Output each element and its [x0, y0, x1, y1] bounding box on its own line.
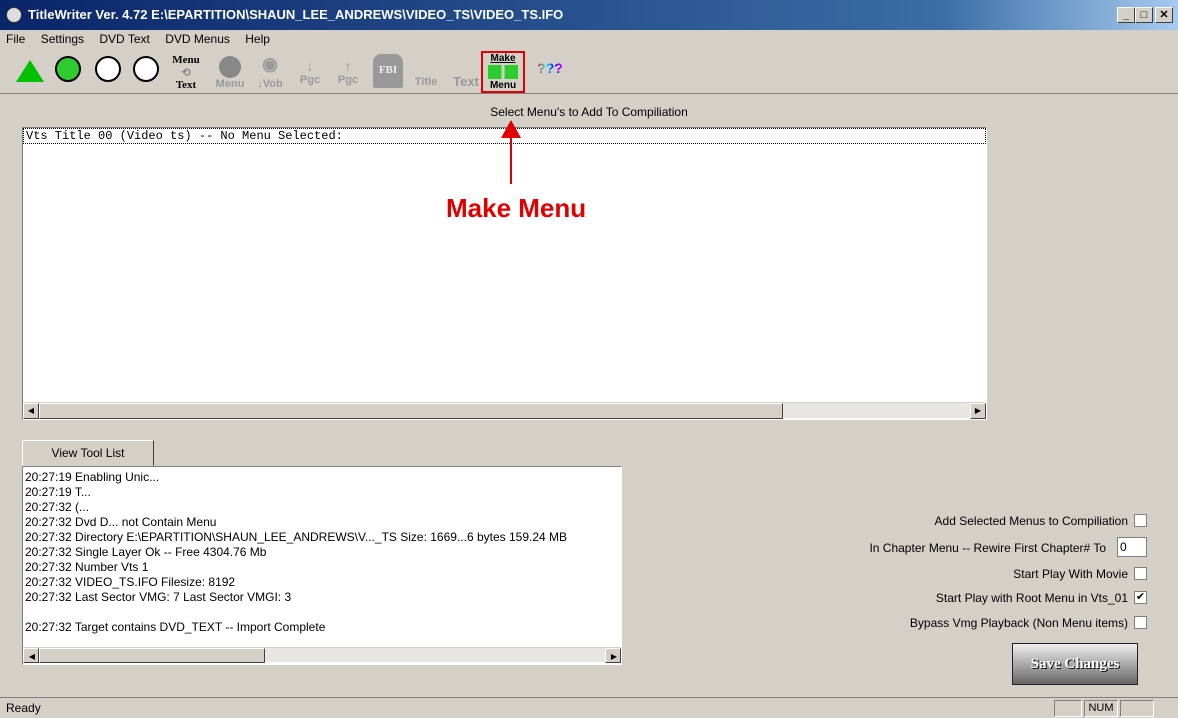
bypass-checkbox[interactable]: [1134, 616, 1147, 629]
log-line: 20:27:32 Number Vts 1: [25, 560, 149, 574]
eye-icon: ◉: [262, 54, 278, 74]
text-button[interactable]: Text: [448, 54, 484, 92]
log-line: 20:27:32 Target contains DVD_TEXT -- Imp…: [25, 620, 326, 634]
eject-icon: [16, 60, 44, 82]
loop-icon: ⟲: [181, 67, 191, 79]
list-label: Select Menu's to Add To Compiliation: [490, 105, 688, 119]
num-lock-indicator: NUM: [1084, 700, 1118, 717]
label: Menu: [172, 54, 200, 66]
arrow-head-icon: [501, 120, 521, 138]
log-scrollbar[interactable]: ◀ ▶: [23, 647, 621, 663]
scroll-right-icon[interactable]: ▶: [970, 403, 986, 419]
label: Pgc: [299, 74, 321, 86]
log-line: 20:27:32 Directory E:\EPARTITION\SHAUN_L…: [25, 530, 568, 544]
pgc-up-button[interactable]: ↑ Pgc: [330, 54, 366, 92]
tab-view-tool-list[interactable]: View Tool List: [22, 440, 154, 466]
title-button[interactable]: Title: [408, 54, 444, 92]
label: Make: [490, 53, 516, 64]
menu-dvd-menus[interactable]: DVD Menus: [165, 32, 230, 46]
menu-settings[interactable]: Settings: [41, 32, 84, 46]
menu-bar: File Settings DVD Text DVD Menus Help: [0, 30, 1178, 50]
toolbar: Menu ⟲ Text Menu ◉ ↓Vob ↓ Pgc ↑ Pgc FBI Title…: [0, 50, 1178, 94]
make-menu-icon: [488, 65, 518, 79]
make-menu-button[interactable]: Make Menu: [481, 51, 525, 93]
label: Menu: [489, 80, 517, 91]
scroll-left-icon[interactable]: ◀: [23, 648, 39, 663]
title-icon: [408, 54, 444, 76]
menu-dvd-text[interactable]: DVD Text: [99, 32, 149, 46]
label: Pgc: [337, 74, 359, 86]
log-line: 20:27:32 Dvd D... not Contain Menu: [25, 515, 217, 529]
minimize-button[interactable]: _: [1117, 7, 1135, 23]
list-label-wrap: Select Menu's to Add To Compiliation: [0, 105, 1178, 119]
log-line: 20:27:32 (...: [25, 500, 90, 514]
label: ↓Vob: [257, 78, 283, 90]
label: Title: [414, 76, 438, 88]
rewire-input[interactable]: 0: [1117, 537, 1147, 557]
label: Text: [453, 74, 479, 89]
label: Text: [175, 79, 197, 91]
horizontal-scrollbar[interactable]: ◀ ▶: [23, 402, 986, 419]
text-icon: [448, 54, 484, 74]
vob-button[interactable]: ◉ ↓Vob: [252, 54, 288, 92]
remove-button[interactable]: [128, 54, 164, 92]
log-line: 20:27:32 Single Layer Ok -- Free 4304.76…: [25, 545, 267, 559]
start-movie-label: Start Play With Movie: [1013, 567, 1128, 581]
scroll-thumb[interactable]: [39, 403, 783, 419]
eject-button[interactable]: [12, 54, 48, 92]
circle-icon: [219, 56, 241, 78]
log-line: 20:27:19 T...: [25, 485, 91, 499]
scroll-left-icon[interactable]: ◀: [23, 403, 39, 419]
fbi-button[interactable]: FBI: [370, 54, 406, 92]
menu-button[interactable]: Menu: [212, 54, 248, 92]
bypass-label: Bypass Vmg Playback (Non Menu items): [909, 616, 1128, 630]
window-title: TitleWriter Ver. 4.72 E:\EPARTITION\SHAU…: [28, 7, 564, 22]
start-root-checkbox[interactable]: ✔: [1134, 591, 1147, 604]
help-button[interactable]: ???: [532, 54, 568, 92]
menu-text-button[interactable]: Menu ⟲ Text: [168, 54, 204, 92]
open-dvd-button[interactable]: [50, 54, 86, 92]
add-selected-label: Add Selected Menus to Compiliation: [934, 514, 1128, 528]
app-icon: [6, 7, 22, 23]
menu-list[interactable]: Vts Title 00 (Video ts) -- No Menu Selec…: [22, 127, 987, 420]
disc-remove-icon: [133, 56, 159, 82]
log-line: 20:27:32 Last Sector VMG: 7 Last Sector …: [25, 590, 292, 604]
scroll-thumb[interactable]: [39, 648, 265, 663]
title-bar: TitleWriter Ver. 4.72 E:\EPARTITION\SHAU…: [0, 0, 1178, 30]
rewire-label: In Chapter Menu -- Rewire First Chapter#…: [869, 541, 1106, 555]
status-bar: Ready NUM: [0, 697, 1178, 718]
arrow-up-icon: ↑: [344, 58, 352, 74]
log-panel: 20:27:19 Enabling Unic... 20:27:19 T... …: [22, 466, 622, 665]
log-line: 20:27:19 Enabling Unic...: [25, 470, 160, 484]
pgc-down-button[interactable]: ↓ Pgc: [292, 54, 328, 92]
save-changes-button[interactable]: Save Changes: [1012, 643, 1138, 685]
fbi-icon: FBI: [373, 54, 403, 88]
scroll-right-icon[interactable]: ▶: [605, 648, 621, 663]
disc-icon: [55, 56, 81, 82]
add-selected-checkbox[interactable]: [1134, 514, 1147, 527]
import-button[interactable]: [90, 54, 126, 92]
status-pane: [1054, 700, 1082, 717]
start-movie-checkbox[interactable]: [1134, 567, 1147, 580]
annotation-label: Make Menu: [446, 193, 587, 223]
menu-file[interactable]: File: [6, 32, 25, 46]
status-text: Ready: [6, 701, 41, 715]
label: Menu: [215, 78, 245, 90]
close-button[interactable]: ✕: [1155, 7, 1173, 23]
log-line: 20:27:32 VIDEO_TS.IFO Filesize: 8192: [25, 575, 236, 589]
status-pane: [1120, 700, 1154, 717]
menu-help[interactable]: Help: [245, 32, 270, 46]
annotation-arrow: [510, 136, 512, 184]
question-icon: ???: [537, 60, 563, 76]
arrow-down-icon: ↓: [306, 58, 314, 74]
disc-arrow-icon: [95, 56, 121, 82]
start-root-label: Start Play with Root Menu in Vts_01: [935, 591, 1128, 605]
maximize-button[interactable]: □: [1135, 7, 1153, 23]
